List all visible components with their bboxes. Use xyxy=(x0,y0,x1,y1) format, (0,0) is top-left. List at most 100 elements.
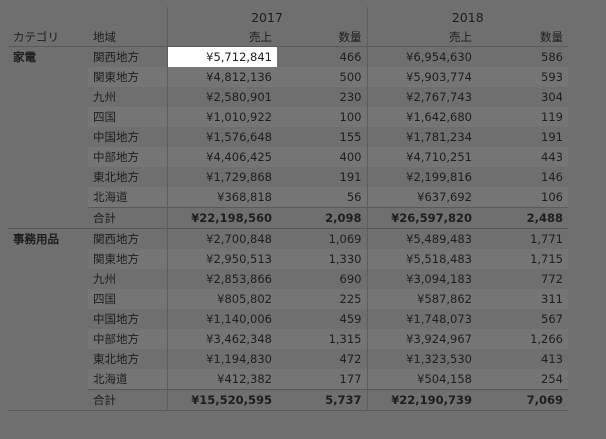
sales-2018-cell[interactable]: ¥637,692 xyxy=(366,187,477,208)
sales-2018-cell[interactable]: ¥5,489,483 xyxy=(366,228,477,249)
year-header-2018[interactable]: 2018 xyxy=(366,7,568,28)
qty-2017-cell[interactable]: 400 xyxy=(277,147,367,167)
sales-2017-cell[interactable]: ¥2,700,848 xyxy=(166,228,277,249)
qty-2018-cell[interactable]: 586 xyxy=(477,47,568,68)
sales-2017-cell[interactable]: ¥1,576,648 xyxy=(166,127,277,147)
sales-2018-cell[interactable]: ¥6,954,630 xyxy=(366,46,477,67)
total-label-cell[interactable]: 合計 xyxy=(88,207,167,229)
sales-2017-cell[interactable]: ¥5,712,841 xyxy=(166,46,277,67)
region-cell[interactable]: 関東地方 xyxy=(88,67,167,87)
region-cell[interactable]: 関東地方 xyxy=(88,249,167,269)
qty-2017-cell[interactable]: 191 xyxy=(277,167,367,187)
total-sales-2017-cell[interactable]: ¥15,520,595 xyxy=(166,389,277,411)
qty-2017-cell[interactable]: 1,330 xyxy=(277,249,367,269)
sales-2017-cell[interactable]: ¥3,462,348 xyxy=(166,329,277,349)
sales-2018-cell[interactable]: ¥1,781,234 xyxy=(366,127,477,147)
sales-2018-cell[interactable]: ¥1,748,073 xyxy=(366,309,477,329)
total-sales-2018-cell[interactable]: ¥26,597,820 xyxy=(366,207,477,229)
sales-2017-cell[interactable]: ¥805,802 xyxy=(166,289,277,309)
region-cell[interactable]: 中部地方 xyxy=(88,147,167,167)
sales-2018-cell[interactable]: ¥2,767,743 xyxy=(366,87,477,107)
total-label-cell[interactable]: 合計 xyxy=(88,389,167,411)
sales-2017-cell[interactable]: ¥1,010,922 xyxy=(166,107,277,127)
sales-2018-cell[interactable]: ¥2,199,816 xyxy=(366,167,477,187)
sales-header-2017[interactable]: 売上 xyxy=(166,28,277,47)
sales-2017-cell[interactable]: ¥2,580,901 xyxy=(166,87,277,107)
sales-2017-cell[interactable]: ¥1,140,006 xyxy=(166,309,277,329)
sales-2017-cell[interactable]: ¥2,853,866 xyxy=(166,269,277,289)
sales-2018-cell[interactable]: ¥3,924,967 xyxy=(366,329,477,349)
qty-2018-cell[interactable]: 304 xyxy=(477,87,568,107)
region-cell[interactable]: 四国 xyxy=(88,107,167,127)
region-cell[interactable]: 九州 xyxy=(88,269,167,289)
sales-2018-cell[interactable]: ¥1,323,530 xyxy=(366,349,477,369)
qty-2017-cell[interactable]: 459 xyxy=(277,309,367,329)
region-cell[interactable]: 北海道 xyxy=(88,187,167,208)
qty-2018-cell[interactable]: 1,715 xyxy=(477,249,568,269)
sales-2017-cell[interactable]: ¥4,812,136 xyxy=(166,67,277,87)
qty-2018-cell[interactable]: 119 xyxy=(477,107,568,127)
qty-2017-cell[interactable]: 466 xyxy=(277,47,367,68)
sales-2017-cell[interactable]: ¥1,194,830 xyxy=(166,349,277,369)
qty-2018-cell[interactable]: 254 xyxy=(477,369,568,390)
sales-2017-cell[interactable]: ¥4,406,425 xyxy=(166,147,277,167)
region-cell[interactable]: 中国地方 xyxy=(88,127,167,147)
qty-2017-cell[interactable]: 230 xyxy=(277,87,367,107)
region-cell[interactable]: 関西地方 xyxy=(88,228,167,249)
total-qty-2017-cell[interactable]: 2,098 xyxy=(277,207,367,229)
qty-2018-cell[interactable]: 413 xyxy=(477,349,568,369)
total-sales-2017-cell[interactable]: ¥22,198,560 xyxy=(166,207,277,229)
region-cell[interactable]: 九州 xyxy=(88,87,167,107)
region-cell[interactable]: 東北地方 xyxy=(88,167,167,187)
sales-2018-cell[interactable]: ¥4,710,251 xyxy=(366,147,477,167)
sales-2017-cell[interactable]: ¥412,382 xyxy=(166,369,277,390)
sales-2018-cell[interactable]: ¥1,642,680 xyxy=(366,107,477,127)
year-header-2017[interactable]: 2017 xyxy=(166,7,367,28)
qty-2018-cell[interactable]: 146 xyxy=(477,167,568,187)
qty-2017-cell[interactable]: 155 xyxy=(277,127,367,147)
qty-header-2017[interactable]: 数量 xyxy=(277,28,367,47)
qty-2018-cell[interactable]: 593 xyxy=(477,67,568,87)
total-qty-2018-cell[interactable]: 2,488 xyxy=(477,207,568,229)
region-cell[interactable]: 北海道 xyxy=(88,369,167,390)
qty-2017-cell[interactable]: 500 xyxy=(277,67,367,87)
sales-header-2018[interactable]: 売上 xyxy=(366,28,477,47)
qty-2018-cell[interactable]: 772 xyxy=(477,269,568,289)
region-cell[interactable]: 中国地方 xyxy=(88,309,167,329)
category-cell[interactable]: 家電 xyxy=(8,47,88,229)
region-cell[interactable]: 東北地方 xyxy=(88,349,167,369)
region-cell[interactable]: 関西地方 xyxy=(88,47,167,68)
sales-2018-cell[interactable]: ¥3,094,183 xyxy=(366,269,477,289)
qty-2018-cell[interactable]: 106 xyxy=(477,187,568,208)
sales-2018-cell[interactable]: ¥587,862 xyxy=(366,289,477,309)
qty-2017-cell[interactable]: 225 xyxy=(277,289,367,309)
sales-2018-cell[interactable]: ¥5,518,483 xyxy=(366,249,477,269)
qty-2017-cell[interactable]: 177 xyxy=(277,369,367,390)
qty-2017-cell[interactable]: 1,069 xyxy=(277,228,367,249)
qty-2018-cell[interactable]: 1,771 xyxy=(477,228,568,249)
qty-header-2018[interactable]: 数量 xyxy=(477,28,568,47)
qty-2017-cell[interactable]: 100 xyxy=(277,107,367,127)
total-qty-2018-cell[interactable]: 7,069 xyxy=(477,389,568,411)
qty-2017-cell[interactable]: 56 xyxy=(277,187,367,208)
region-cell[interactable]: 中部地方 xyxy=(88,329,167,349)
sales-2018-cell[interactable]: ¥504,158 xyxy=(366,369,477,390)
qty-2017-cell[interactable]: 1,315 xyxy=(277,329,367,349)
total-qty-2017-cell[interactable]: 5,737 xyxy=(277,389,367,411)
qty-2017-cell[interactable]: 472 xyxy=(277,349,367,369)
sales-2017-cell[interactable]: ¥368,818 xyxy=(166,187,277,208)
qty-2018-cell[interactable]: 443 xyxy=(477,147,568,167)
sales-2017-cell[interactable]: ¥2,950,513 xyxy=(166,249,277,269)
qty-2018-cell[interactable]: 191 xyxy=(477,127,568,147)
qty-2018-cell[interactable]: 311 xyxy=(477,289,568,309)
sales-2018-cell[interactable]: ¥5,903,774 xyxy=(366,67,477,87)
region-cell[interactable]: 四国 xyxy=(88,289,167,309)
qty-2017-cell[interactable]: 690 xyxy=(277,269,367,289)
sales-2017-cell[interactable]: ¥1,729,868 xyxy=(166,167,277,187)
category-header[interactable]: カテゴリ xyxy=(8,28,88,47)
category-cell[interactable]: 事務用品 xyxy=(8,228,88,411)
total-sales-2018-cell[interactable]: ¥22,190,739 xyxy=(366,389,477,411)
qty-2018-cell[interactable]: 567 xyxy=(477,309,568,329)
qty-2018-cell[interactable]: 1,266 xyxy=(477,329,568,349)
region-header[interactable]: 地域 xyxy=(88,28,167,47)
